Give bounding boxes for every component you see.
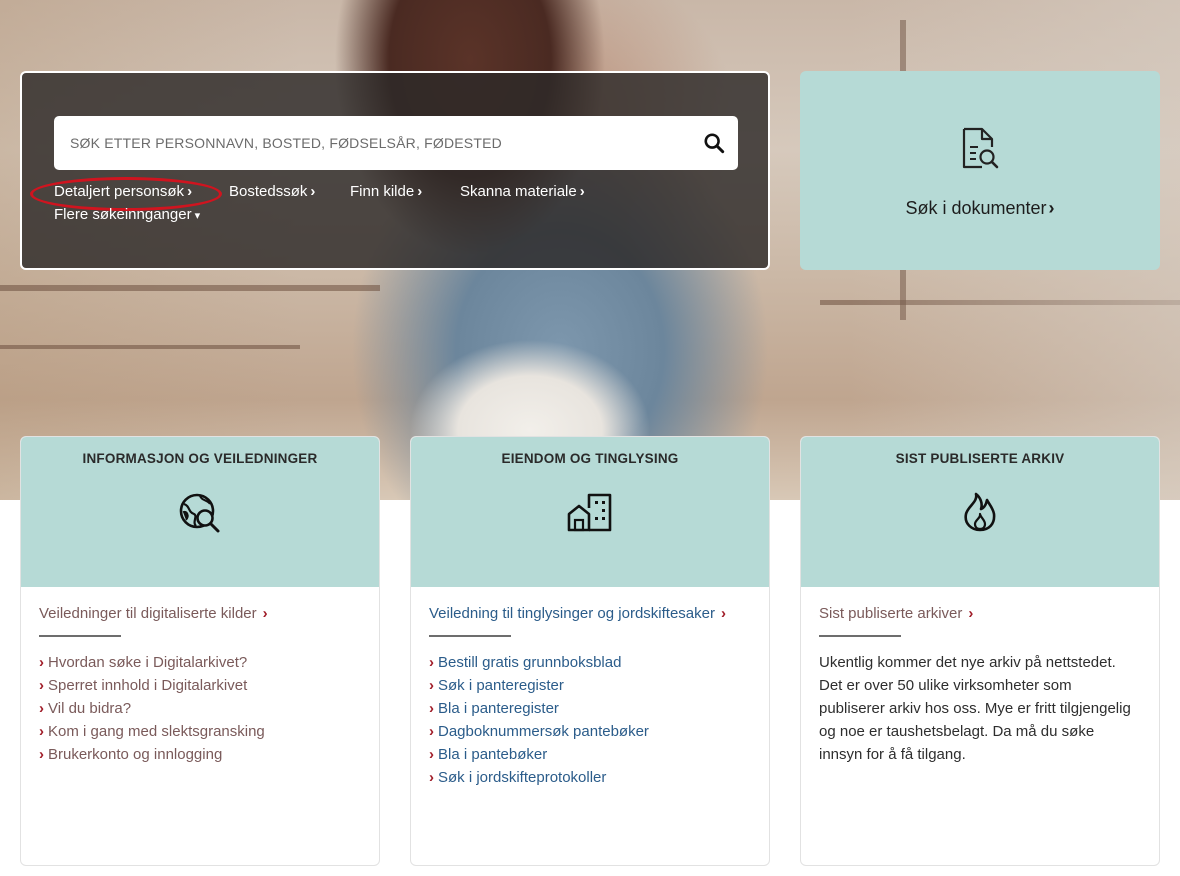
list-item[interactable]: › Søk i jordskifteprotokoller — [429, 766, 751, 789]
search-button[interactable] — [700, 129, 728, 157]
list-item[interactable]: › Søk i panteregister — [429, 674, 751, 697]
chevron-right-icon: › — [39, 723, 44, 740]
chevron-right-icon: › — [187, 183, 193, 200]
chevron-right-icon: › — [429, 700, 434, 717]
link-label: Skanna materiale — [460, 183, 577, 200]
chevron-right-icon: › — [429, 654, 434, 671]
list-item[interactable]: › Hvordan søke i Digitalarkivet? — [39, 651, 361, 674]
card-header: EIENDOM OG TINGLYSING — [411, 437, 769, 587]
list-item[interactable]: › Dagboknummersøk pantebøker — [429, 720, 751, 743]
link-label: Finn kilde — [350, 183, 415, 200]
dropdown-label: Flere søkeinnganger — [54, 206, 192, 223]
card-title: EIENDOM OG TINGLYSING — [501, 451, 679, 466]
card-title: INFORMASJON OG VEILEDNINGER — [82, 451, 318, 466]
list-item[interactable]: › Bla i pantebøker — [429, 743, 751, 766]
card-main-link[interactable]: Veiledning til tinglysinger og jordskift… — [429, 605, 726, 622]
search-panel: Detaljert personsøk› Bostedssøk› Finn ki… — [20, 71, 770, 270]
document-search-icon — [960, 127, 1000, 176]
search-icon — [704, 133, 725, 154]
divider — [39, 635, 121, 637]
card-main-link[interactable]: Veiledninger til digitaliserte kilder › — [39, 605, 268, 622]
caret-down-icon: ▾ — [194, 210, 201, 222]
flame-icon — [962, 492, 998, 537]
divider — [819, 635, 901, 637]
search-input[interactable] — [54, 116, 674, 170]
list-item[interactable]: › Brukerkonto og innlogging — [39, 743, 361, 766]
list-item[interactable]: › Vil du bidra? — [39, 697, 361, 720]
chevron-right-icon: › — [721, 605, 726, 622]
chevron-right-icon: › — [39, 746, 44, 763]
chevron-right-icon: › — [39, 654, 44, 671]
list-item[interactable]: › Bestill gratis grunnboksblad — [429, 651, 751, 674]
finn-kilde-link[interactable]: Finn kilde › — [350, 183, 422, 200]
card-title: SIST PUBLISERTE ARKIV — [895, 451, 1065, 466]
skanna-materiale-link[interactable]: Skanna materiale › — [460, 183, 585, 200]
chevron-right-icon: › — [262, 605, 268, 622]
bostedssok-link[interactable]: Bostedssøk › — [229, 183, 315, 200]
card-header: SIST PUBLISERTE ARKIV — [801, 437, 1159, 587]
link-label: Detaljert personsøk — [54, 183, 185, 200]
chevron-right-icon: › — [429, 769, 434, 786]
chevron-right-icon: › — [968, 605, 974, 622]
chevron-right-icon: › — [310, 183, 316, 200]
buildings-icon — [567, 492, 613, 537]
card-header: INFORMASJON OG VEILEDNINGER — [21, 437, 379, 587]
search-documents-tile[interactable]: Søk i dokumenter › — [800, 71, 1160, 270]
chevron-right-icon: › — [429, 677, 434, 694]
card-latest-archives: SIST PUBLISERTE ARKIV Sist publiserte ar… — [800, 436, 1160, 866]
chevron-right-icon: › — [1048, 198, 1055, 218]
chevron-right-icon: › — [579, 183, 585, 200]
card-property: EIENDOM OG TINGLYSING Veiledning til tin… — [410, 436, 770, 866]
card-information: INFORMASJON OG VEILEDNINGER Veiledninger… — [20, 436, 380, 866]
chevron-right-icon: › — [417, 183, 423, 200]
search-box — [54, 116, 738, 170]
search-documents-label: Søk i dokumenter › — [905, 198, 1055, 218]
list-item[interactable]: › Kom i gang med slektsgransking — [39, 720, 361, 743]
card-description: Ukentlig kommer det nye arkiv på nettste… — [819, 654, 1131, 763]
flere-sokeinnganger-dropdown[interactable]: Flere søkeinnganger ▾ — [54, 206, 200, 223]
chevron-right-icon: › — [39, 677, 44, 694]
globe-search-icon — [178, 492, 222, 539]
list-item[interactable]: › Sperret innhold i Digitalarkivet — [39, 674, 361, 697]
chevron-right-icon: › — [429, 723, 434, 740]
chevron-right-icon: › — [429, 746, 434, 763]
list-item[interactable]: › Bla i panteregister — [429, 697, 751, 720]
card-main-link[interactable]: Sist publiserte arkiver › — [819, 605, 973, 622]
link-label: Bostedssøk — [229, 183, 308, 200]
divider — [429, 635, 511, 637]
chevron-right-icon: › — [39, 700, 44, 717]
detaljert-personsok-link[interactable]: Detaljert personsøk › — [54, 183, 192, 200]
